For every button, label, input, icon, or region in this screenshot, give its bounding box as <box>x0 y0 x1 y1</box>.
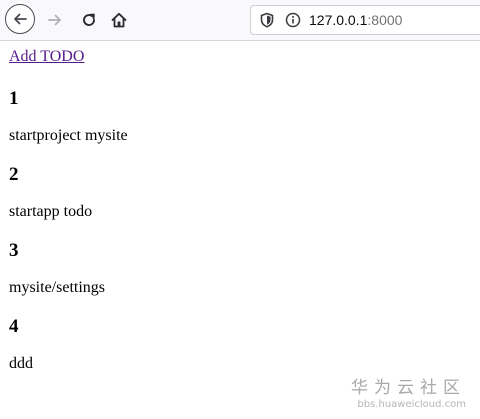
reload-button[interactable] <box>74 5 104 35</box>
browser-toolbar: 127.0.0.1:8000 <box>0 0 480 41</box>
todo-text: startapp todo <box>9 203 93 220</box>
reload-icon <box>83 13 95 26</box>
add-todo-link[interactable]: Add TODO <box>9 48 469 66</box>
home-icon <box>111 12 127 28</box>
arrow-left-icon <box>14 13 27 25</box>
back-button[interactable] <box>5 4 35 34</box>
page-content: Add TODO 1 startproject mysite 2 startap… <box>9 48 469 373</box>
forward-button[interactable] <box>40 5 70 35</box>
watermark: 华为云社区 bbs.huaweicloud.com <box>351 378 466 412</box>
shield-icon[interactable] <box>259 12 275 28</box>
url-bar[interactable]: 127.0.0.1:8000 <box>250 5 480 35</box>
todo-number: 1 <box>9 88 19 109</box>
todo-text: startproject mysite <box>9 127 128 144</box>
home-button[interactable] <box>104 5 134 35</box>
todo-item: 3 mysite/settings <box>9 240 469 297</box>
todo-item: 1 startproject mysite <box>9 88 469 145</box>
url-host: 127.0.0.1 <box>309 12 368 28</box>
todo-item: 2 startapp todo <box>9 164 469 221</box>
todo-item: 4 ddd <box>9 316 469 373</box>
todo-text: ddd <box>9 355 33 372</box>
todo-number: 2 <box>9 164 19 185</box>
todo-number: 3 <box>9 240 19 261</box>
watermark-url: bbs.huaweicloud.com <box>357 399 466 410</box>
todo-text: mysite/settings <box>9 279 105 296</box>
url-text[interactable]: 127.0.0.1:8000 <box>309 12 402 28</box>
info-icon[interactable] <box>285 12 301 28</box>
watermark-title: 华为云社区 <box>351 378 466 398</box>
url-port: :8000 <box>367 12 403 28</box>
todo-number: 4 <box>9 316 19 337</box>
arrow-right-icon <box>48 14 61 26</box>
